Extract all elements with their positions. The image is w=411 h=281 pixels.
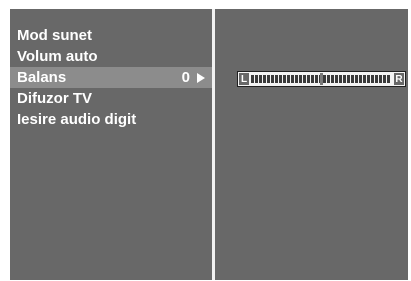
slider-tick (255, 75, 258, 83)
menu-list: Mod sunet Volum auto Balans 0 Difuzor TV… (10, 25, 212, 130)
slider-tick (303, 75, 306, 83)
slider-tick (279, 75, 282, 83)
slider-tick (351, 75, 354, 83)
slider-tick (327, 75, 330, 83)
slider-right-label: R (394, 73, 404, 85)
slider-tick (383, 75, 386, 83)
slider-tick (347, 75, 350, 83)
slider-tick (355, 75, 358, 83)
slider-tick (371, 75, 374, 83)
slider-tick (363, 75, 366, 83)
slider-tick (331, 75, 334, 83)
slider-tick (339, 75, 342, 83)
slider-tick (283, 75, 286, 83)
menu-item-label: Difuzor TV (17, 90, 92, 107)
menu-item-difuzor-tv[interactable]: Difuzor TV (10, 88, 212, 109)
slider-tick (379, 75, 382, 83)
menu-panel: Mod sunet Volum auto Balans 0 Difuzor TV… (10, 9, 212, 280)
slider-tick (307, 75, 310, 83)
menu-item-iesire-audio-digit[interactable]: Iesire audio digit (10, 109, 212, 130)
osd-menu: Mod sunet Volum auto Balans 0 Difuzor TV… (10, 9, 408, 280)
slider-tick (315, 75, 318, 83)
slider-tick (343, 75, 346, 83)
slider-tick (299, 75, 302, 83)
slider-track: L R (239, 73, 404, 85)
menu-item-label: Mod sunet (17, 27, 92, 44)
slider-tick (275, 75, 278, 83)
menu-item-mod-sunet[interactable]: Mod sunet (10, 25, 212, 46)
slider-tick (387, 75, 390, 83)
slider-tick (251, 75, 254, 83)
slider-position-marker[interactable] (320, 73, 323, 85)
slider-tick (367, 75, 370, 83)
slider-tick (287, 75, 290, 83)
menu-item-label: Volum auto (17, 48, 98, 65)
slider-tick (263, 75, 266, 83)
menu-item-label: Iesire audio digit (17, 111, 137, 128)
menu-item-label: Balans (17, 69, 67, 86)
slider-tick (375, 75, 378, 83)
slider-tick (323, 75, 326, 83)
arrow-right-icon (197, 73, 205, 83)
slider-tick (295, 75, 298, 83)
menu-item-balans[interactable]: Balans 0 (10, 67, 212, 88)
menu-item-volum-auto[interactable]: Volum auto (10, 46, 212, 67)
slider-tick (259, 75, 262, 83)
balance-slider[interactable]: L R (237, 71, 406, 87)
slider-tick (311, 75, 314, 83)
balance-value: 0 (181, 69, 190, 86)
slider-left-label: L (239, 73, 249, 85)
detail-panel: L R (215, 9, 408, 280)
slider-tick (359, 75, 362, 83)
slider-tick (267, 75, 270, 83)
slider-tick (291, 75, 294, 83)
slider-tick (335, 75, 338, 83)
slider-tick (271, 75, 274, 83)
